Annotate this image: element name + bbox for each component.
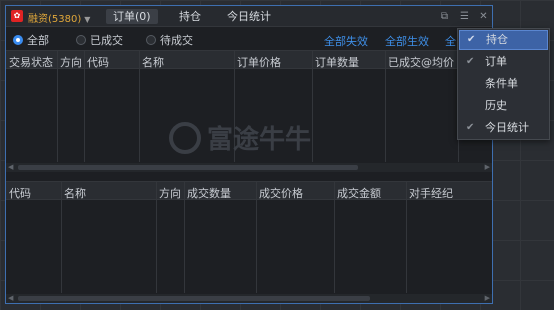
watermark: 富途牛牛	[169, 119, 311, 156]
radio-icon	[76, 34, 86, 45]
menu-item-positions[interactable]: ✔ 持仓	[459, 30, 548, 50]
col-order-qty[interactable]: 订单数量	[315, 54, 359, 70]
title-bar: ✿ 融资(5380) ▼ 订单(0) 持仓 今日统计 ⧉ ☰ ✕	[6, 6, 492, 27]
all-truncated-link[interactable]: 全	[445, 33, 456, 49]
tab-visibility-menu: ✔ 持仓 ✔ 订单 条件单 历史 ✔ 今日统计	[457, 28, 550, 140]
deals-table-header: 代码 名称 方向 成交数量 成交价格 成交金额 对手经纪	[6, 181, 492, 200]
menu-item-label: 条件单	[485, 77, 518, 90]
check-icon: ✔	[467, 34, 476, 45]
column-divider	[61, 181, 62, 293]
menu-item-label: 今日统计	[485, 121, 529, 134]
column-divider	[57, 50, 58, 162]
watermark-text: 富途牛牛	[207, 125, 312, 155]
col-counterparty[interactable]: 对手经纪	[409, 185, 453, 201]
tab-orders[interactable]: 订单(0)	[106, 9, 158, 24]
filter-pending[interactable]: 待成交	[146, 33, 193, 47]
col-side[interactable]: 方向	[60, 54, 82, 70]
settings-icon[interactable]: ☰	[459, 11, 470, 22]
tab-positions[interactable]: 持仓	[172, 9, 208, 24]
column-divider	[84, 50, 85, 162]
futu-logo-icon	[169, 121, 201, 154]
scrollbar-thumb[interactable]	[18, 165, 358, 170]
menu-item-label: 历史	[485, 99, 507, 112]
column-divider	[312, 50, 313, 162]
col-deal-price[interactable]: 成交价格	[259, 185, 303, 201]
trade-window: ✿ 融资(5380) ▼ 订单(0) 持仓 今日统计 ⧉ ☰ ✕ 全部 已成交 待…	[5, 5, 493, 304]
scrollbar-thumb[interactable]	[18, 296, 370, 301]
column-divider	[256, 181, 257, 293]
column-divider	[334, 181, 335, 293]
close-icon[interactable]: ✕	[478, 11, 489, 22]
menu-item-orders[interactable]: ✔ 订单	[459, 52, 548, 72]
app-logo-icon: ✿	[11, 10, 23, 22]
chevron-down-icon: ▼	[84, 15, 91, 24]
scroll-left-icon[interactable]: ◀	[8, 294, 13, 303]
filter-all[interactable]: 全部	[13, 33, 49, 47]
tab-today-stats[interactable]: 今日统计	[220, 9, 278, 24]
col-deal-amount[interactable]: 成交金额	[337, 185, 381, 201]
col-code[interactable]: 代码	[87, 54, 109, 70]
radio-icon	[146, 34, 156, 45]
col-order-price[interactable]: 订单价格	[237, 54, 281, 70]
account-label: 融资(5380)	[28, 14, 82, 25]
menu-item-label: 持仓	[486, 33, 508, 46]
menu-item-history[interactable]: 历史	[459, 96, 548, 116]
check-icon: ✔	[466, 122, 475, 133]
disable-all-link[interactable]: 全部失效	[324, 33, 368, 49]
deals-horizontal-scrollbar[interactable]: ◀ ▶	[6, 294, 492, 303]
account-selector[interactable]: 融资(5380) ▼	[28, 10, 90, 25]
column-divider	[139, 50, 140, 162]
column-divider	[385, 50, 386, 162]
filter-filled-label: 已成交	[90, 33, 123, 47]
menu-item-conditional-orders[interactable]: 条件单	[459, 74, 548, 94]
column-divider	[184, 181, 185, 293]
col-deal-qty[interactable]: 成交数量	[187, 185, 231, 201]
col-name[interactable]: 名称	[64, 185, 86, 201]
col-code[interactable]: 代码	[9, 185, 31, 201]
scroll-left-icon[interactable]: ◀	[8, 163, 13, 172]
menu-item-today-stats[interactable]: ✔ 今日统计	[459, 118, 548, 138]
col-name[interactable]: 名称	[142, 54, 164, 70]
check-icon: ✔	[466, 56, 475, 67]
column-divider	[406, 181, 407, 293]
column-divider	[156, 181, 157, 293]
col-side[interactable]: 方向	[159, 185, 181, 201]
filter-all-label: 全部	[27, 33, 49, 47]
scroll-right-icon[interactable]: ▶	[485, 294, 490, 303]
radio-selected-icon	[13, 34, 23, 45]
orders-horizontal-scrollbar[interactable]: ◀ ▶	[6, 163, 492, 172]
menu-item-label: 订单	[485, 55, 507, 68]
filter-filled[interactable]: 已成交	[76, 33, 123, 47]
col-filled-avg[interactable]: 已成交@均价	[388, 54, 454, 70]
filter-bar: 全部 已成交 待成交 全部失效 全部生效 全	[6, 28, 492, 50]
copy-icon[interactable]: ⧉	[439, 11, 450, 22]
filter-pending-label: 待成交	[160, 33, 193, 47]
enable-all-link[interactable]: 全部生效	[385, 33, 429, 49]
col-status[interactable]: 交易状态	[9, 54, 53, 70]
scroll-right-icon[interactable]: ▶	[485, 163, 490, 172]
orders-table-header: 交易状态 方向 代码 名称 订单价格 订单数量 已成交@均价	[6, 50, 492, 69]
